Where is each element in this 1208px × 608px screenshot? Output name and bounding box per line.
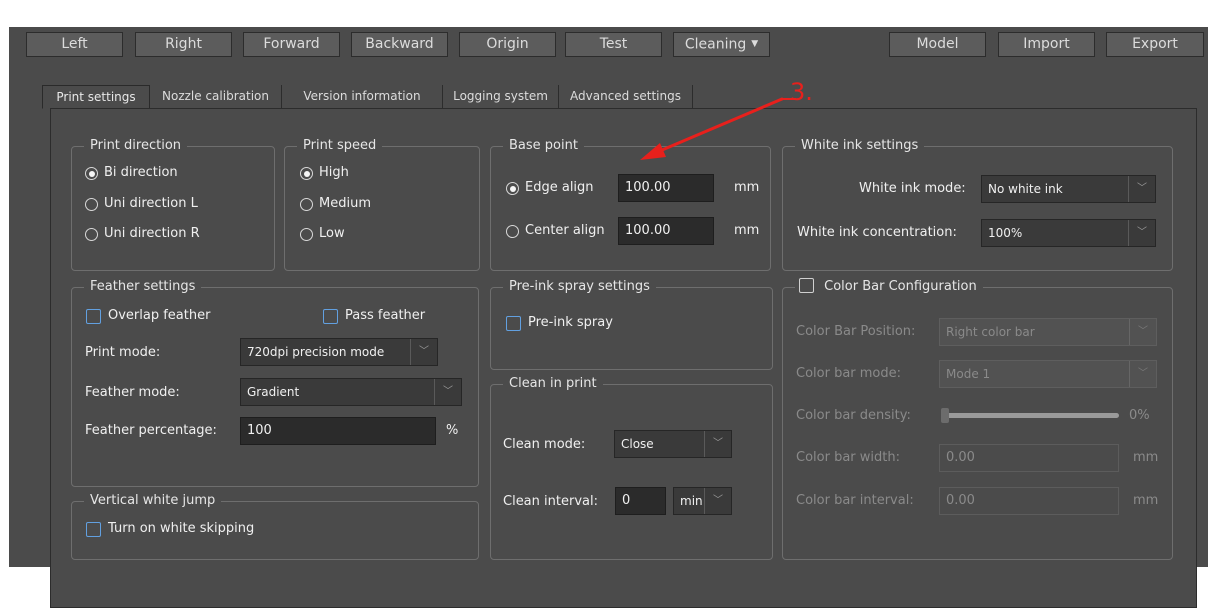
annotation-label: 3. [790, 78, 813, 106]
annotation-arrow [640, 97, 796, 160]
